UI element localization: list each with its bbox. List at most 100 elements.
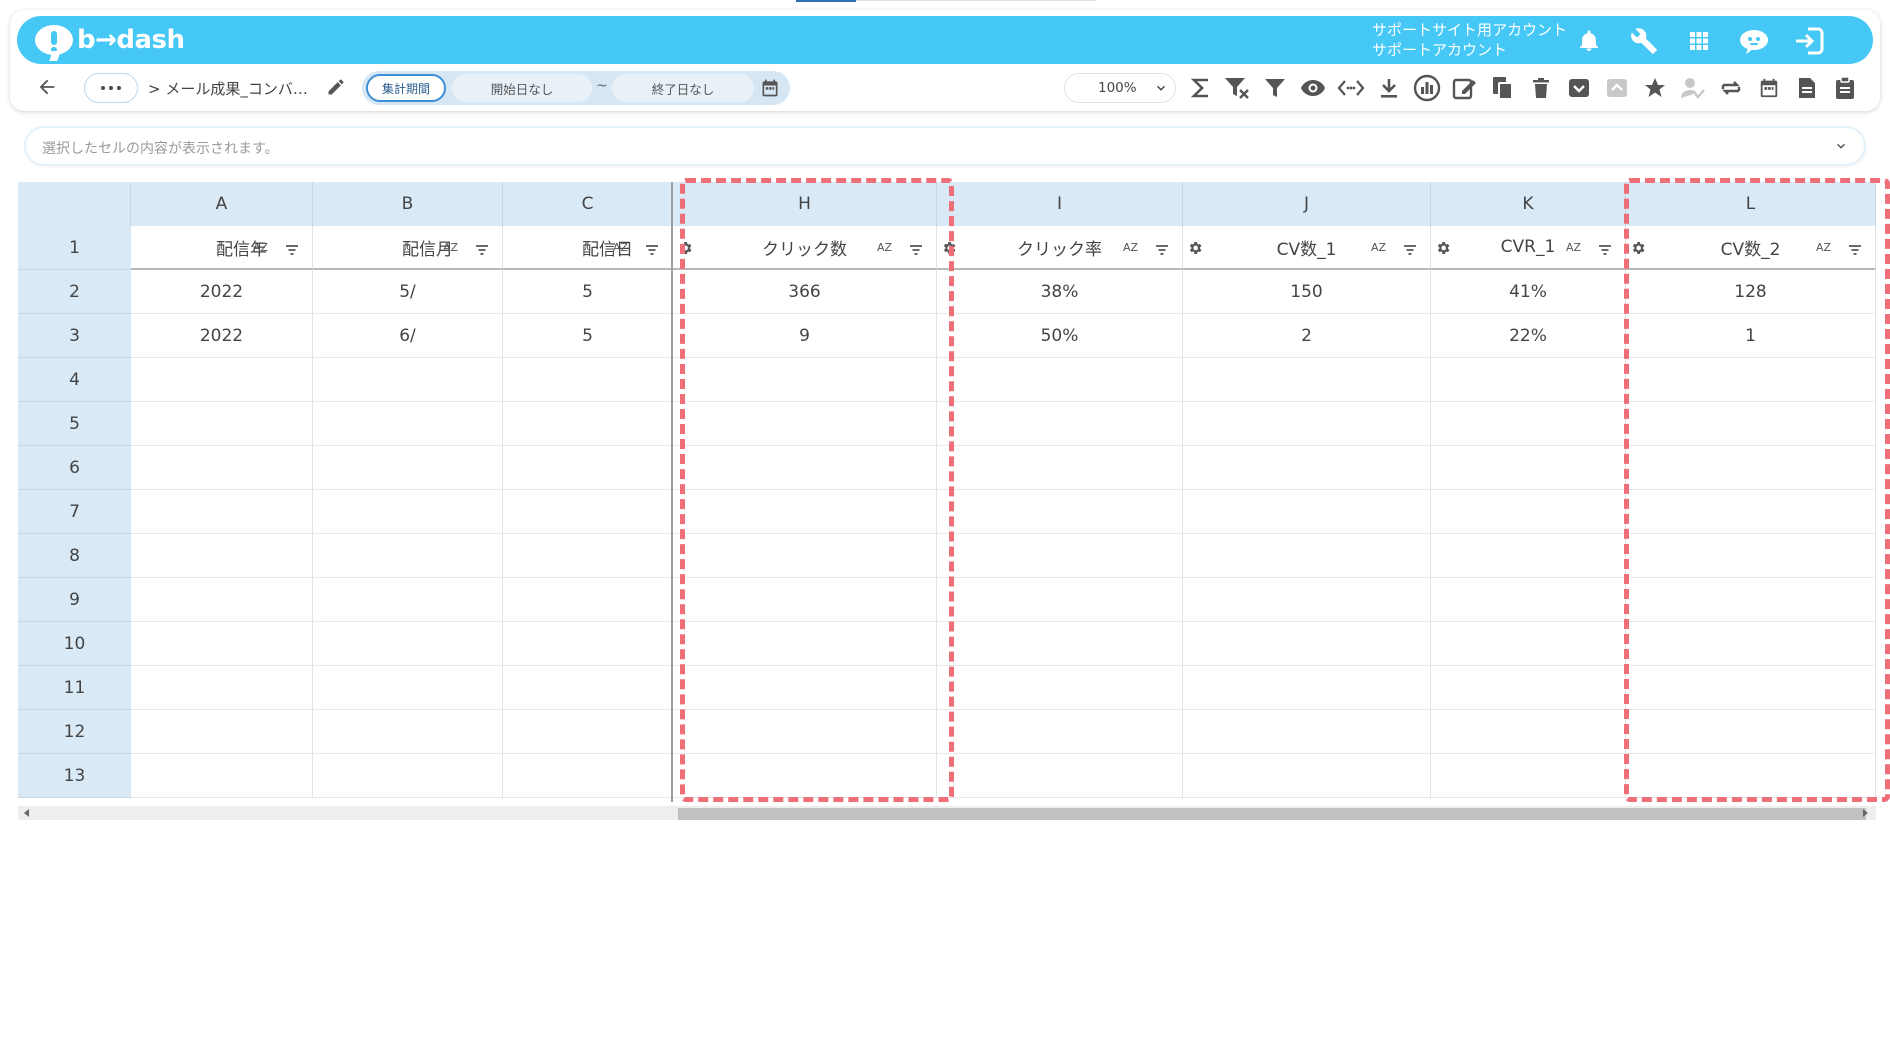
column-header-k[interactable]: K [1431, 182, 1626, 226]
edit-note-icon[interactable] [1450, 74, 1480, 102]
column-filter-icon[interactable] [1598, 241, 1612, 255]
sort-az-icon[interactable]: AZ [613, 241, 628, 254]
eye-icon[interactable] [1298, 74, 1328, 102]
table-cell[interactable] [1431, 622, 1626, 666]
column-header-j[interactable]: J [1183, 182, 1431, 226]
table-cell[interactable] [1183, 622, 1431, 666]
sort-az-icon[interactable]: AZ [253, 241, 268, 254]
row-header-2[interactable]: 2 [18, 270, 131, 314]
calendar-icon[interactable] [760, 78, 780, 98]
row-header-12[interactable]: 12 [18, 710, 131, 754]
table-cell[interactable] [503, 710, 673, 754]
chat-bot-icon[interactable] [1737, 24, 1771, 58]
table-cell[interactable] [131, 402, 313, 446]
table-cell[interactable] [131, 666, 313, 710]
logout-icon[interactable] [1792, 24, 1826, 58]
table-cell[interactable] [503, 534, 673, 578]
row-header-4[interactable]: 4 [18, 358, 131, 402]
horizontal-scrollbar[interactable] [18, 806, 1876, 820]
start-date-field[interactable]: 開始日なし [452, 74, 592, 102]
back-arrow-icon[interactable] [36, 76, 58, 98]
table-cell[interactable] [503, 622, 673, 666]
table-cell[interactable] [313, 446, 503, 490]
archive-icon[interactable] [1564, 74, 1594, 102]
table-cell[interactable] [1431, 578, 1626, 622]
table-cell[interactable] [1431, 490, 1626, 534]
table-cell[interactable] [313, 358, 503, 402]
table-cell[interactable] [503, 446, 673, 490]
table-cell[interactable]: 5 [503, 270, 673, 314]
row-header-8[interactable]: 8 [18, 534, 131, 578]
sort-az-icon[interactable]: AZ [1566, 241, 1581, 254]
column-filter-icon[interactable] [1403, 241, 1417, 255]
table-cell[interactable] [937, 358, 1183, 402]
sort-az-icon[interactable]: AZ [1123, 241, 1138, 254]
apps-grid-icon[interactable] [1682, 24, 1716, 58]
table-cell[interactable] [313, 578, 503, 622]
table-cell[interactable] [1183, 710, 1431, 754]
table-cell[interactable] [937, 534, 1183, 578]
table-cell[interactable] [313, 754, 503, 798]
scroll-right-icon[interactable] [1863, 809, 1868, 817]
table-cell[interactable]: 22% [1431, 314, 1626, 358]
table-cell[interactable]: 6/ [313, 314, 503, 358]
refresh-icon[interactable] [1716, 74, 1746, 102]
account-info[interactable]: サポートサイト用アカウント サポートアカウント [1372, 20, 1567, 60]
table-cell[interactable] [1431, 358, 1626, 402]
table-cell[interactable] [937, 446, 1183, 490]
header-cell-a[interactable]: 配信年 AZ [131, 226, 313, 270]
table-cell[interactable]: 5 [503, 314, 673, 358]
table-cell[interactable] [1183, 446, 1431, 490]
row-header-11[interactable]: 11 [18, 666, 131, 710]
table-cell[interactable]: 2022 [131, 270, 313, 314]
table-cell[interactable] [1183, 666, 1431, 710]
zoom-select[interactable]: 100% [1064, 73, 1176, 103]
table-cell[interactable]: 50% [937, 314, 1183, 358]
table-cell[interactable] [131, 710, 313, 754]
table-cell[interactable] [503, 402, 673, 446]
table-cell[interactable] [131, 578, 313, 622]
table-cell[interactable] [1183, 402, 1431, 446]
chart-icon[interactable] [1412, 74, 1442, 102]
document-icon[interactable] [1792, 74, 1822, 102]
row-header-7[interactable]: 7 [18, 490, 131, 534]
copy-icon[interactable] [1488, 74, 1518, 102]
calendar-icon[interactable] [1754, 74, 1784, 102]
table-cell[interactable] [1431, 754, 1626, 798]
breadcrumb[interactable]: > メール成果_コンバ… [148, 78, 308, 99]
brand-logo[interactable]: b→dash [35, 23, 185, 57]
column-header-b[interactable]: B [313, 182, 503, 226]
table-cell[interactable] [937, 402, 1183, 446]
header-cell-k[interactable]: CVR_1 AZ [1431, 226, 1626, 270]
grid-corner[interactable] [18, 182, 131, 226]
header-cell-i[interactable]: クリック率 AZ [937, 226, 1183, 270]
row-header-1[interactable]: 1 [18, 226, 131, 270]
sort-az-icon[interactable]: AZ [443, 241, 458, 254]
table-cell[interactable] [1183, 490, 1431, 534]
table-cell[interactable] [131, 490, 313, 534]
table-cell[interactable] [937, 666, 1183, 710]
filter-icon[interactable] [1260, 74, 1290, 102]
column-header-i[interactable]: I [937, 182, 1183, 226]
row-header-13[interactable]: 13 [18, 754, 131, 798]
scrollbar-thumb[interactable] [678, 808, 1866, 820]
header-cell-b[interactable]: 配信月 AZ [313, 226, 503, 270]
table-cell[interactable] [1183, 578, 1431, 622]
column-filter-icon[interactable] [1155, 241, 1169, 255]
header-cell-j[interactable]: CV数_1 AZ [1183, 226, 1431, 270]
table-cell[interactable]: 2022 [131, 314, 313, 358]
clipboard-icon[interactable] [1830, 74, 1860, 102]
table-cell[interactable] [1431, 710, 1626, 754]
gear-icon[interactable] [1187, 240, 1203, 256]
table-cell[interactable] [937, 578, 1183, 622]
gear-icon[interactable] [1435, 240, 1451, 256]
table-cell[interactable] [131, 622, 313, 666]
table-cell[interactable] [1183, 754, 1431, 798]
period-label-button[interactable]: 集計期間 [366, 74, 446, 102]
table-cell[interactable] [1183, 534, 1431, 578]
column-header-a[interactable]: A [131, 182, 313, 226]
table-cell[interactable] [313, 534, 503, 578]
table-cell[interactable] [937, 710, 1183, 754]
table-cell[interactable] [131, 534, 313, 578]
column-header-c[interactable]: C [503, 182, 673, 226]
